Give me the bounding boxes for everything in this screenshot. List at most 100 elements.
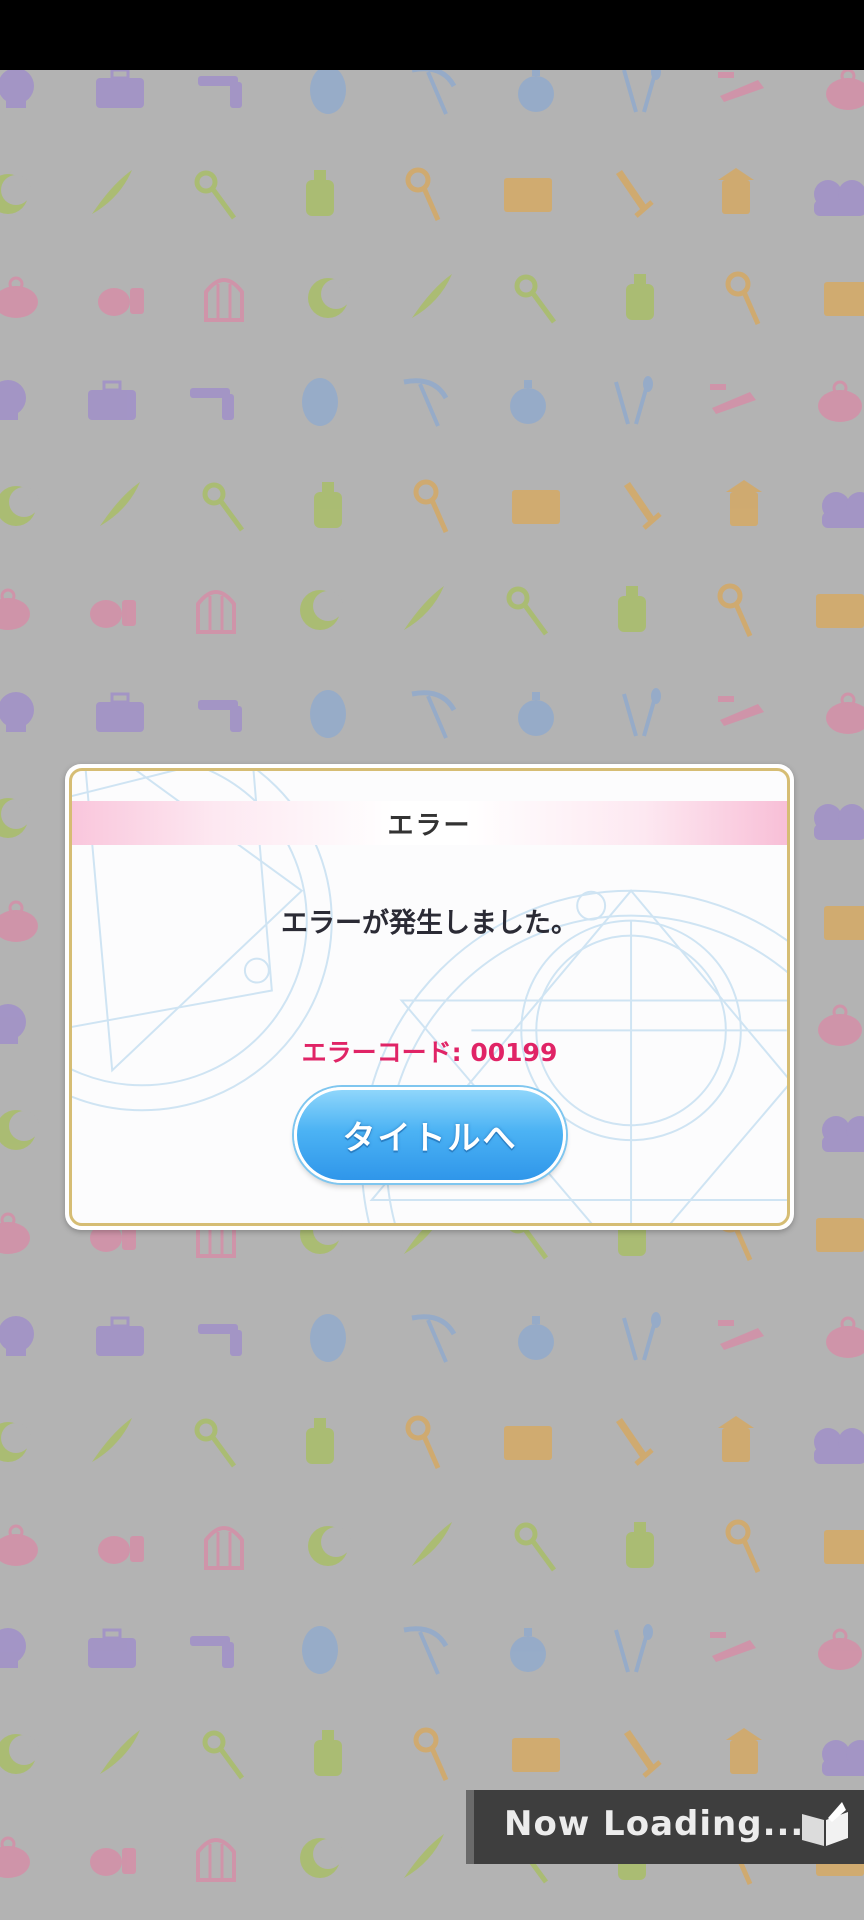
sword-icon	[616, 1418, 654, 1466]
skull-icon	[0, 1628, 26, 1668]
scythe-icon	[412, 70, 457, 115]
book-icon	[824, 906, 864, 940]
staff-icon	[717, 583, 753, 638]
status-bar	[0, 0, 864, 70]
lantern-icon	[726, 1728, 762, 1774]
scythe-icon	[411, 1314, 457, 1363]
purse-icon	[818, 1004, 862, 1046]
potion-icon	[626, 1522, 654, 1568]
revolver-icon	[190, 1636, 234, 1668]
potion-icon	[306, 1418, 334, 1464]
staff-icon	[405, 1415, 441, 1470]
lantern-icon	[718, 1416, 754, 1462]
pipe-icon	[718, 696, 764, 726]
crescent-icon	[308, 1526, 351, 1566]
skull-icon	[0, 1004, 26, 1044]
briefcase-icon	[96, 70, 144, 108]
pipe-icon	[718, 72, 764, 102]
error-message: エラーが発生しました。	[281, 908, 578, 939]
book-icon	[824, 1530, 864, 1564]
crescent-icon	[0, 798, 31, 838]
potion-icon	[618, 586, 646, 632]
birdcage-icon	[204, 1526, 244, 1570]
potion-icon	[306, 170, 334, 216]
stopwatch-icon	[510, 380, 546, 424]
stopwatch-icon	[518, 70, 554, 112]
briefcase-icon	[96, 1316, 144, 1356]
sword-icon	[616, 170, 654, 218]
mirror-icon	[310, 70, 346, 114]
lantern-icon	[718, 168, 754, 214]
cats-icon	[814, 1428, 864, 1464]
key-icon	[194, 170, 237, 220]
cats-icon	[822, 492, 864, 528]
key-icon	[202, 1730, 245, 1780]
scythe-icon	[411, 690, 457, 739]
potion-icon	[314, 482, 342, 528]
crescent-icon	[0, 486, 39, 526]
feather-icon	[100, 1730, 140, 1774]
purse-icon	[0, 1836, 30, 1878]
crescent-icon	[0, 174, 31, 214]
stopwatch-icon	[518, 1316, 554, 1360]
feather-icon	[100, 482, 140, 526]
revolver-icon	[198, 76, 242, 108]
birdcage-icon	[196, 1838, 236, 1882]
crescent-icon	[0, 1734, 39, 1774]
feather-icon	[92, 170, 132, 214]
cats-icon	[814, 804, 864, 840]
pipe-icon	[710, 384, 756, 414]
book-icon	[512, 1738, 560, 1772]
purse-icon	[0, 276, 38, 318]
purse-icon	[826, 1316, 864, 1358]
crescent-icon	[300, 590, 343, 630]
key-icon	[514, 274, 557, 324]
mirror-icon	[302, 378, 338, 426]
skull-icon	[0, 70, 34, 108]
key-icon	[194, 1418, 237, 1468]
purse-icon	[818, 380, 862, 422]
sword-icon	[624, 482, 662, 530]
now-loading-banner: Now Loading...	[466, 1790, 864, 1864]
purse-icon	[0, 1524, 38, 1566]
staff-icon	[413, 1727, 449, 1782]
mirror-icon	[302, 1626, 338, 1674]
pincushion-icon	[98, 1536, 144, 1564]
purse-icon	[818, 1628, 862, 1670]
feather-icon	[412, 274, 452, 318]
purse-icon	[0, 900, 38, 942]
cutlery-icon	[622, 70, 661, 113]
loading-text: Now Loading...	[504, 1804, 805, 1844]
feather-icon	[404, 1834, 444, 1878]
pincushion-icon	[90, 600, 136, 628]
purse-icon	[0, 588, 30, 630]
dialog-header: エラー	[72, 801, 787, 845]
birdcage-icon	[196, 590, 236, 634]
error-dialog: エラー エラーが発生しました。 エラーコード: 00199 タイトルへ	[65, 764, 794, 1230]
revolver-icon	[198, 700, 242, 732]
to-title-button[interactable]: タイトルへ	[294, 1087, 566, 1183]
pipe-icon	[718, 1320, 764, 1350]
mirror-icon	[310, 690, 346, 738]
scythe-icon	[403, 378, 449, 427]
book-icon	[816, 594, 864, 628]
sword-icon	[624, 1730, 662, 1778]
cutlery-icon	[622, 1312, 661, 1361]
feather-icon	[412, 1522, 452, 1566]
briefcase-icon	[88, 1628, 136, 1668]
staff-icon	[725, 271, 761, 326]
crescent-icon	[0, 1110, 39, 1150]
key-icon	[514, 1522, 557, 1572]
dialog-title: エラー	[387, 810, 472, 841]
book-icon	[802, 1802, 848, 1846]
stopwatch-icon	[518, 692, 554, 736]
crescent-icon	[308, 278, 351, 318]
mirror-icon	[310, 1314, 346, 1362]
cutlery-icon	[614, 1624, 653, 1673]
book-icon	[824, 282, 864, 316]
staff-icon	[405, 167, 441, 222]
briefcase-icon	[96, 692, 144, 732]
key-icon	[202, 482, 245, 532]
skull-icon	[0, 692, 34, 732]
purse-icon	[0, 1212, 30, 1254]
